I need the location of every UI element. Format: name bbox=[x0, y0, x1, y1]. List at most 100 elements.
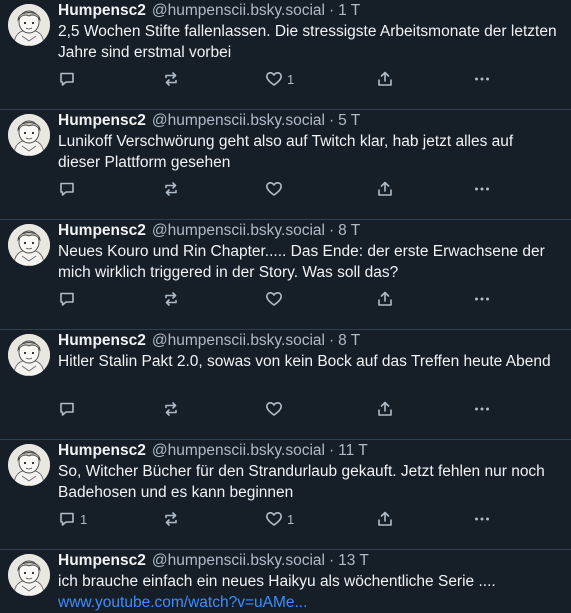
post[interactable]: Humpensc2 @humpenscii.bsky.social · 5 T Lun… bbox=[0, 110, 571, 220]
post[interactable]: Humpensc2 @humpenscii.bsky.social · 11 T So… bbox=[0, 440, 571, 550]
author-handle[interactable]: @humpenscii.bsky.social bbox=[152, 552, 325, 569]
like-button[interactable] bbox=[265, 289, 287, 309]
more-icon bbox=[473, 180, 491, 198]
post-actions bbox=[58, 289, 498, 309]
separator: · bbox=[328, 442, 335, 459]
author-name[interactable]: Humpensc2 bbox=[58, 2, 146, 19]
more-icon bbox=[473, 510, 491, 528]
avatar[interactable] bbox=[8, 334, 50, 376]
reply-icon bbox=[58, 290, 76, 308]
repost-button[interactable] bbox=[162, 179, 184, 199]
like-button[interactable] bbox=[265, 179, 287, 199]
post-actions bbox=[58, 399, 498, 419]
avatar[interactable] bbox=[8, 114, 50, 156]
author-name[interactable]: Humpensc2 bbox=[58, 552, 146, 569]
reply-icon bbox=[58, 70, 76, 88]
author-handle[interactable]: @humpenscii.bsky.social bbox=[152, 112, 325, 129]
like-icon bbox=[265, 290, 283, 308]
share-button[interactable] bbox=[376, 69, 394, 89]
post-text-line: Neues Kouro und Rin Chapter..... Das End… bbox=[58, 243, 545, 260]
repost-button[interactable] bbox=[162, 509, 184, 529]
repost-icon bbox=[162, 180, 180, 198]
avatar[interactable] bbox=[8, 224, 50, 266]
like-button[interactable]: 1 bbox=[265, 509, 294, 529]
post-text-line: 2,5 Wochen Stifte fallenlassen. Die stre… bbox=[58, 23, 557, 40]
post-text-line: So, Witcher Bücher für den Strandurlaub … bbox=[58, 463, 545, 480]
post-time[interactable]: 13 T bbox=[338, 552, 369, 569]
post-text-line: dieser Plattform gesehen bbox=[58, 153, 231, 171]
post-time[interactable]: 11 T bbox=[338, 442, 368, 459]
repost-button[interactable] bbox=[162, 69, 184, 89]
more-button[interactable] bbox=[473, 399, 491, 419]
reply-button[interactable] bbox=[58, 289, 80, 309]
more-button[interactable] bbox=[473, 289, 491, 309]
reply-button[interactable] bbox=[58, 69, 80, 89]
post[interactable]: Humpensc2 @humpenscii.bsky.social · 8 T Neu… bbox=[0, 220, 571, 330]
post-text: Neues Kouro und Rin Chapter..... Das End… bbox=[58, 242, 566, 283]
separator: · bbox=[328, 552, 335, 569]
post-time[interactable]: 1 T bbox=[338, 2, 360, 19]
author-handle[interactable]: @humpenscii.bsky.social bbox=[152, 2, 325, 19]
post-header: Humpensc2 @humpenscii.bsky.social · 13 T bbox=[58, 550, 369, 572]
reply-count: 1 bbox=[80, 511, 88, 527]
reply-icon bbox=[58, 180, 76, 198]
repost-button[interactable] bbox=[162, 399, 184, 419]
post-header: Humpensc2 @humpenscii.bsky.social · 5 T bbox=[58, 110, 360, 132]
share-button[interactable] bbox=[376, 509, 394, 529]
post-link[interactable]: www.youtube.com/watch?v=uAMe... bbox=[58, 594, 307, 611]
more-icon bbox=[473, 400, 491, 418]
like-button[interactable]: 1 bbox=[265, 69, 294, 89]
post[interactable]: Humpensc2 @humpenscii.bsky.social · 8 T Hit… bbox=[0, 330, 571, 440]
more-icon bbox=[473, 290, 491, 308]
avatar[interactable] bbox=[8, 4, 50, 46]
post-text-line: Hitler Stalin Pakt 2.0, sowas von kein B… bbox=[58, 353, 551, 370]
post-text-line: Jahre sind erstmal vorbei bbox=[58, 43, 232, 61]
share-button[interactable] bbox=[376, 399, 394, 419]
author-handle[interactable]: @humpenscii.bsky.social bbox=[152, 442, 325, 459]
reply-icon bbox=[58, 510, 76, 528]
post-text-line: ich brauche einfach ein neues Haikyu als… bbox=[58, 573, 496, 590]
separator: · bbox=[328, 112, 335, 129]
author-name[interactable]: Humpensc2 bbox=[58, 222, 146, 239]
share-button[interactable] bbox=[376, 289, 394, 309]
author-handle[interactable]: @humpenscii.bsky.social bbox=[152, 332, 325, 349]
post-time[interactable]: 8 T bbox=[338, 222, 360, 239]
repost-icon bbox=[162, 70, 180, 88]
post-actions bbox=[58, 179, 498, 199]
post[interactable]: Humpensc2 @humpenscii.bsky.social · 1 T 2,5… bbox=[0, 0, 571, 110]
repost-icon bbox=[162, 510, 180, 528]
more-button[interactable] bbox=[473, 69, 491, 89]
post-text: Lunikoff Verschwörung geht also auf Twit… bbox=[58, 132, 566, 173]
author-name[interactable]: Humpensc2 bbox=[58, 112, 146, 129]
share-icon bbox=[376, 70, 394, 88]
like-icon bbox=[265, 510, 283, 528]
reply-button[interactable] bbox=[58, 399, 80, 419]
reply-button[interactable] bbox=[58, 179, 80, 199]
post-header: Humpensc2 @humpenscii.bsky.social · 1 T bbox=[58, 0, 360, 22]
more-button[interactable] bbox=[473, 509, 491, 529]
separator: · bbox=[328, 222, 335, 239]
share-button[interactable] bbox=[376, 179, 394, 199]
post-header: Humpensc2 @humpenscii.bsky.social · 8 T bbox=[58, 220, 360, 242]
like-icon bbox=[265, 70, 283, 88]
like-count: 1 bbox=[287, 71, 295, 87]
post-feed: Humpensc2 @humpenscii.bsky.social · 1 T 2,5… bbox=[0, 0, 571, 611]
avatar[interactable] bbox=[8, 444, 50, 486]
reply-button[interactable]: 1 bbox=[58, 509, 87, 529]
post-header: Humpensc2 @humpenscii.bsky.social · 11 T bbox=[58, 440, 368, 462]
like-icon bbox=[265, 180, 283, 198]
like-count: 1 bbox=[287, 511, 295, 527]
more-button[interactable] bbox=[473, 179, 491, 199]
repost-icon bbox=[162, 400, 180, 418]
author-handle[interactable]: @humpenscii.bsky.social bbox=[152, 222, 325, 239]
post-time[interactable]: 8 T bbox=[338, 332, 360, 349]
like-icon bbox=[265, 400, 283, 418]
repost-button[interactable] bbox=[162, 289, 184, 309]
author-name[interactable]: Humpensc2 bbox=[58, 442, 146, 459]
post-text: 2,5 Wochen Stifte fallenlassen. Die stre… bbox=[58, 22, 566, 63]
post-time[interactable]: 5 T bbox=[338, 112, 360, 129]
like-button[interactable] bbox=[265, 399, 287, 419]
share-icon bbox=[376, 290, 394, 308]
author-name[interactable]: Humpensc2 bbox=[58, 332, 146, 349]
avatar[interactable] bbox=[8, 554, 50, 596]
